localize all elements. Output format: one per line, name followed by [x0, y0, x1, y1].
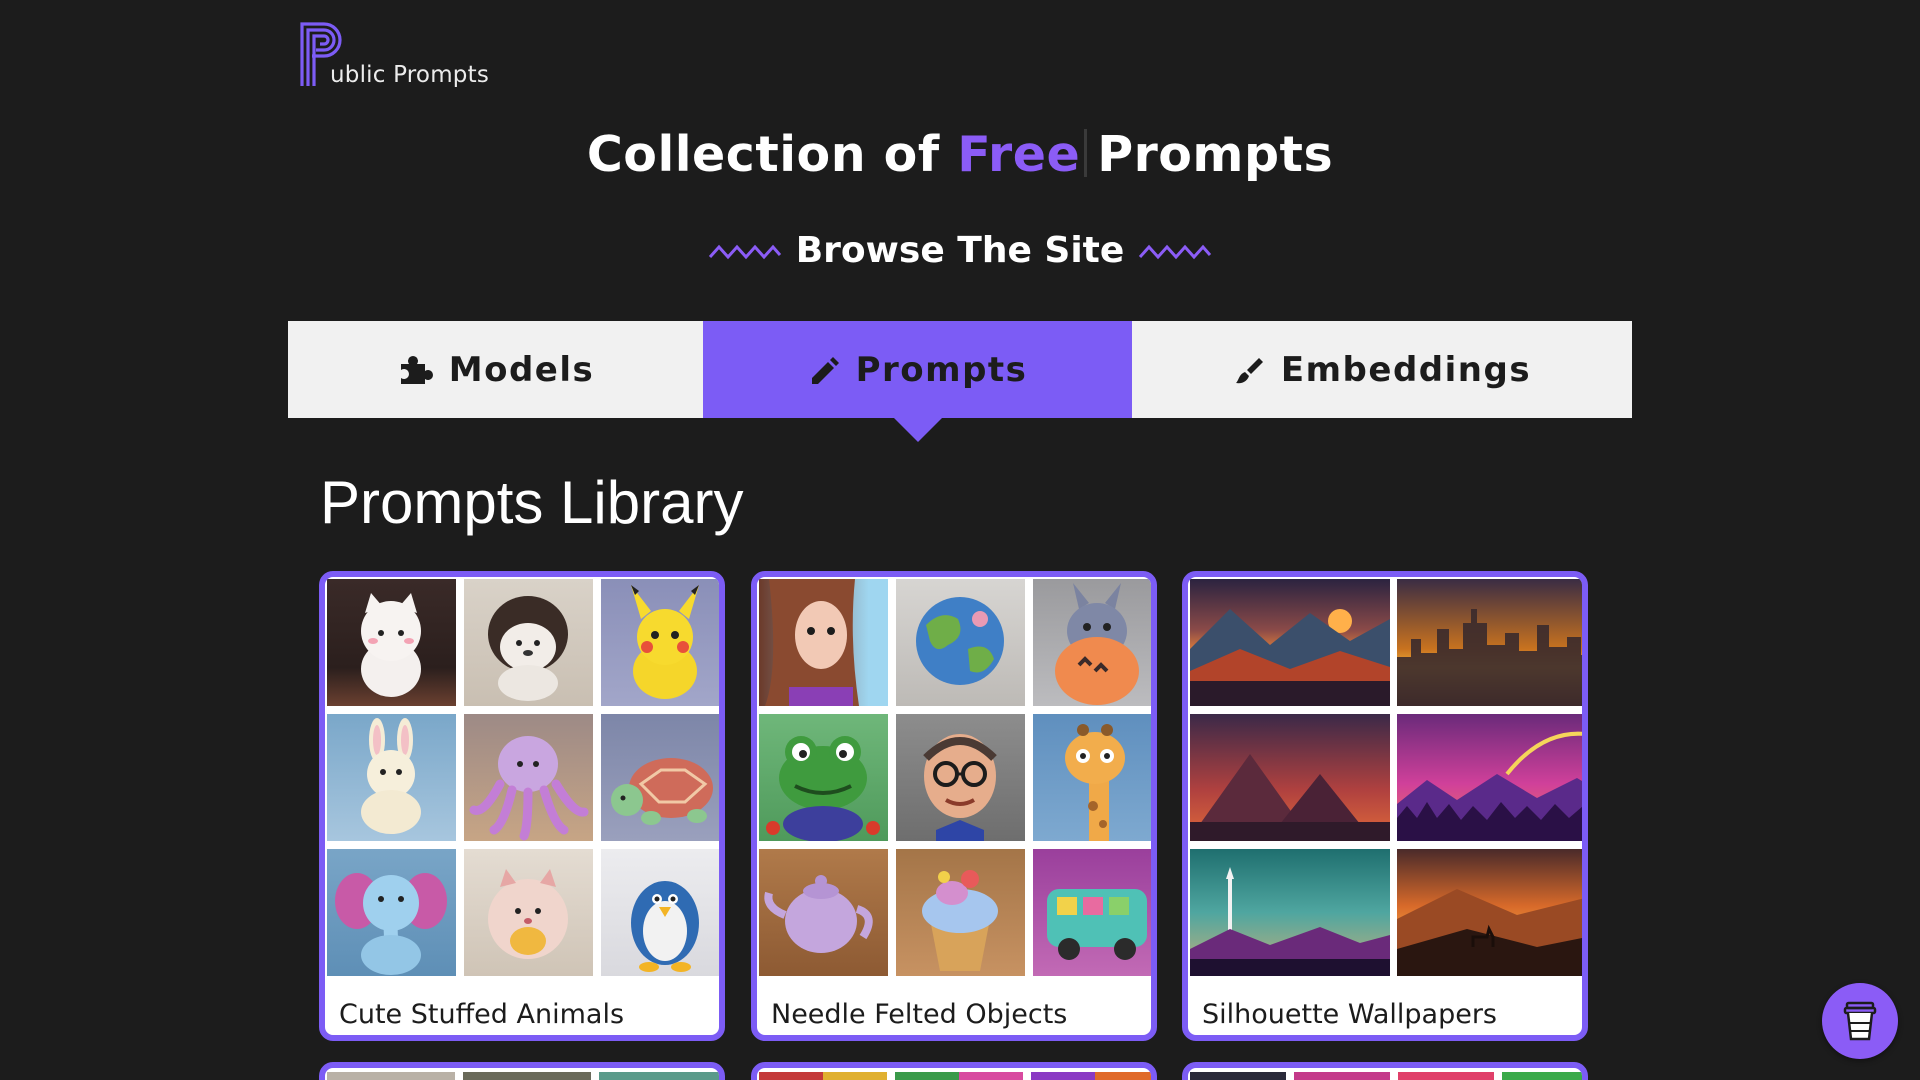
browse-heading: Browse The Site — [0, 230, 1920, 271]
thumbnail-penguin-plush — [601, 849, 719, 976]
hero-title-prefix: Collection of — [586, 126, 940, 183]
brush-icon — [1235, 357, 1263, 383]
thumbnail-rocket-launch-teal — [1190, 849, 1390, 976]
thumbnail-hamster-plush — [464, 849, 593, 976]
section-title: Prompts Library — [320, 469, 744, 536]
zigzag-left-icon — [708, 244, 781, 259]
buy-me-a-coffee-button[interactable] — [1822, 983, 1898, 1059]
card-thumbnail-strip — [1190, 1072, 1582, 1080]
thumbnail-felted-earth — [896, 579, 1025, 706]
thumbnail-pyramids-dusk — [1190, 714, 1390, 841]
tab-models[interactable]: Models — [288, 321, 703, 418]
hero-title: Collection of Free Prompts — [0, 126, 1920, 183]
thumbnail-purple-forest-rainbow — [1397, 714, 1582, 841]
card-thumbnail-strip — [759, 1072, 1151, 1080]
prompt-card-next-row[interactable] — [1182, 1062, 1588, 1080]
thumbnail-elephant-plush — [327, 849, 456, 976]
prompt-card-next-row[interactable] — [319, 1062, 725, 1080]
logo-text: ublic Prompts — [330, 62, 490, 88]
thumbnail-felted-giraffe — [1033, 714, 1151, 841]
prompt-card-next-row[interactable] — [751, 1062, 1157, 1080]
browse-label: Browse The Site — [795, 230, 1125, 271]
thumbnail-felted-bus — [1033, 849, 1151, 976]
thumbnail-felted-teapot — [759, 849, 888, 976]
hero-title-accent: Free — [957, 126, 1081, 183]
thumbnail-white-cat-plush — [327, 579, 456, 706]
tab-embeddings-label: Embeddings — [1280, 349, 1532, 390]
prompt-card-silhouette-wallpapers[interactable]: Silhouette Wallpapers — [1182, 571, 1588, 1041]
thumbnail-octopus-plush — [464, 714, 593, 841]
page: ublic Prompts Collection of Free Prompts … — [0, 0, 1920, 1080]
thumbnail-felted-cupcake — [896, 849, 1025, 976]
thumbnail-mountain-sunset — [1190, 579, 1390, 706]
card-title: Needle Felted Objects — [771, 999, 1068, 1030]
tab-embeddings[interactable]: Embeddings — [1132, 321, 1632, 418]
thumbnail-felted-totoro — [1033, 579, 1151, 706]
prompt-card-cute-stuffed-animals[interactable]: Cute Stuffed Animals — [319, 571, 725, 1041]
site-logo[interactable]: ublic Prompts — [296, 18, 516, 90]
thumbnail-felted-frog — [759, 714, 888, 841]
puzzle-icon — [400, 355, 433, 384]
browse-tabs: Models Prompts Embeddings — [288, 321, 1632, 442]
tab-models-label: Models — [448, 349, 595, 390]
prompt-card-needle-felted-objects[interactable]: Needle Felted Objects — [751, 571, 1157, 1041]
card-thumbnail-strip — [327, 1072, 719, 1080]
thumbnail-felted-girl — [759, 579, 888, 706]
thumbnail-turtle-plush — [601, 714, 719, 841]
thumbnail-pikachu-plush — [601, 579, 719, 706]
tab-prompts-label: Prompts — [855, 349, 1028, 390]
hero-title-suffix: Prompts — [1097, 126, 1334, 183]
card-title: Silhouette Wallpapers — [1202, 999, 1497, 1030]
typing-caret — [1084, 129, 1088, 177]
thumbnail-city-skyline-sunset — [1397, 579, 1582, 706]
thumbnail-bunny-plush — [327, 714, 456, 841]
zigzag-right-icon — [1139, 244, 1212, 259]
thumbnail-hedgehog-plush — [464, 579, 593, 706]
tab-prompts[interactable]: Prompts — [703, 321, 1132, 442]
pencil-icon — [811, 356, 839, 384]
card-title: Cute Stuffed Animals — [339, 999, 625, 1030]
thumbnail-felted-man-glasses — [896, 714, 1025, 841]
coffee-cup-icon — [1843, 1001, 1877, 1041]
thumbnail-deer-orange-hills — [1397, 849, 1582, 976]
